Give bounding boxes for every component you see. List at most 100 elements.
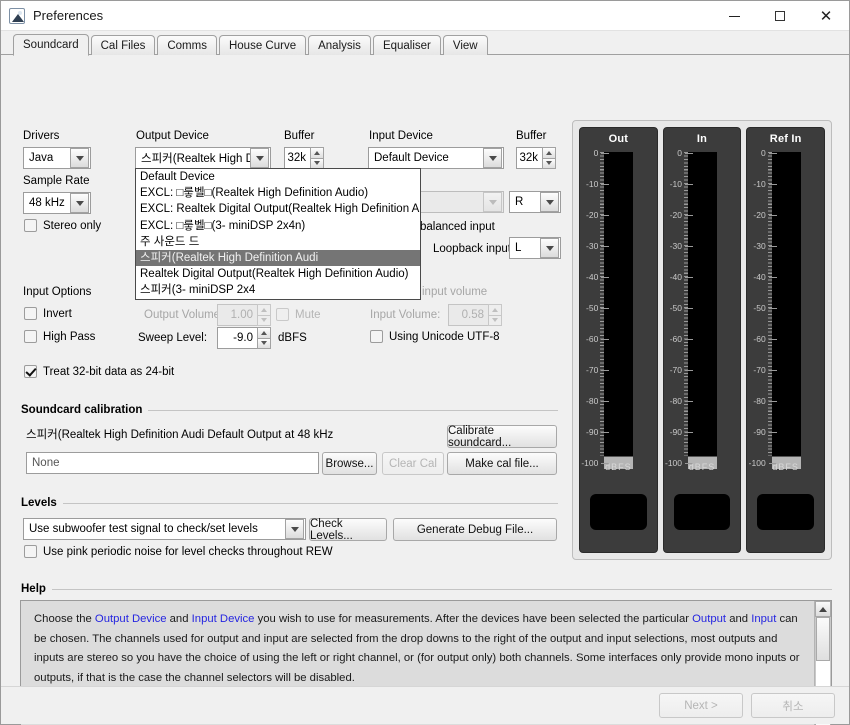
caret-down-icon: [492, 318, 498, 323]
tab-equaliser[interactable]: Equaliser: [372, 35, 441, 55]
dropdown-item-selected[interactable]: 스피커(Realtek High Definition Audi: [136, 249, 420, 267]
spinner-up-button[interactable]: [542, 147, 556, 158]
tab-view[interactable]: View: [442, 35, 488, 55]
caret-up-icon: [819, 606, 827, 612]
dropdown-item[interactable]: EXCL: Realtek Digital Output(Realtek Hig…: [136, 201, 420, 217]
meter-tick: -80: [736, 396, 777, 406]
input-channel-combo[interactable]: R: [509, 191, 561, 213]
sweep-level-value[interactable]: -9.0: [217, 327, 257, 349]
help-text-fragment: and: [726, 613, 752, 625]
stereo-only-checkbox[interactable]: Stereo only: [24, 219, 101, 232]
output-volume-value: 1.00: [217, 304, 257, 326]
chevron-down-icon[interactable]: [540, 192, 559, 212]
minimize-icon: [728, 15, 740, 17]
dropdown-item[interactable]: 주 사운드 드: [136, 234, 420, 250]
chevron-down-icon[interactable]: [250, 148, 269, 168]
spinner-up-button[interactable]: [310, 147, 324, 158]
help-text-fragment: and: [166, 613, 192, 625]
output-device-combo[interactable]: 스피커(Realtek High D...: [135, 147, 271, 169]
stereo-only-label: Stereo only: [43, 219, 102, 232]
test-signal-combo[interactable]: Use subwoofer test signal to check/set l…: [23, 518, 306, 540]
check-levels-button[interactable]: Check Levels...: [309, 518, 387, 542]
calibrate-soundcard-button[interactable]: Calibrate soundcard...: [447, 425, 557, 449]
dropdown-item[interactable]: Default Device: [136, 169, 420, 185]
tab-comms[interactable]: Comms: [157, 35, 217, 55]
app-icon: [9, 7, 25, 24]
meter-tick: -70: [736, 365, 777, 375]
dropdown-item[interactable]: EXCL: □뤃벨□(Realtek High Definition Audio…: [136, 185, 420, 201]
meter-title: Ref In: [769, 133, 802, 145]
output-buffer-value[interactable]: 32k: [284, 147, 310, 169]
loopback-input-value: L: [515, 242, 522, 254]
spinner-buttons[interactable]: [310, 147, 324, 169]
output-device-dropdown-list[interactable]: Default Device EXCL: □뤃벨□(Realtek High D…: [135, 168, 421, 300]
control-input-volume-label: input volume: [422, 286, 488, 298]
tab-cal-files[interactable]: Cal Files: [90, 35, 156, 55]
tab-house-curve[interactable]: House Curve: [218, 35, 307, 55]
input-buffer-value[interactable]: 32k: [516, 147, 542, 169]
input-device-value: Default Device: [374, 152, 449, 164]
browse-button[interactable]: Browse...: [322, 452, 377, 475]
chevron-down-icon[interactable]: [483, 192, 502, 212]
tab-label: Soundcard: [23, 39, 79, 51]
window-title: Preferences: [33, 8, 104, 23]
spinner-buttons: [488, 304, 502, 326]
cal-file-field[interactable]: None: [26, 452, 319, 474]
caret-up-icon: [314, 150, 320, 155]
spinner-up-button[interactable]: [257, 327, 271, 338]
help-link-input[interactable]: Input: [751, 613, 776, 625]
spinner-down-button[interactable]: [542, 157, 556, 169]
drivers-combo[interactable]: Java: [23, 147, 91, 169]
tab-label: Comms: [167, 39, 207, 52]
dropdown-item[interactable]: 스피커(3- miniDSP 2x4: [136, 282, 420, 298]
chevron-down-icon[interactable]: [285, 519, 304, 539]
maximize-button[interactable]: [757, 1, 803, 31]
tab-bar: Soundcard Cal Files Comms House Curve An…: [1, 31, 849, 56]
help-link-output-device[interactable]: Output Device: [95, 613, 167, 625]
treat-32bit-checkbox[interactable]: Treat 32-bit data as 24-bit: [24, 365, 174, 378]
minimize-button[interactable]: [711, 1, 757, 31]
meter-tick: -10: [652, 179, 694, 189]
chevron-down-icon[interactable]: [70, 148, 89, 168]
dropdown-item[interactable]: EXCL: □뤃벨□(3- miniDSP 2x4n): [136, 218, 420, 234]
pink-noise-checkbox[interactable]: Use pink periodic noise for level checks…: [24, 545, 333, 558]
generate-debug-file-button[interactable]: Generate Debug File...: [393, 518, 557, 541]
scrollbar-thumb[interactable]: [816, 617, 830, 661]
tab-analysis[interactable]: Analysis: [308, 35, 371, 55]
spinner-down-button[interactable]: [257, 337, 271, 349]
output-buffer-spinner[interactable]: 32k: [284, 147, 324, 169]
group-title: Soundcard calibration: [21, 404, 143, 416]
make-cal-file-button[interactable]: Make cal file...: [447, 452, 557, 475]
meter-tick: -10: [568, 179, 610, 189]
input-buffer-spinner[interactable]: 32k: [516, 147, 556, 169]
meter-tick: 0: [652, 148, 694, 158]
spinner-buttons[interactable]: [257, 327, 271, 349]
help-link-output[interactable]: Output: [692, 613, 726, 625]
high-pass-checkbox[interactable]: High Pass: [24, 330, 95, 343]
meter-tick: -60: [568, 334, 610, 344]
chevron-down-icon[interactable]: [540, 238, 559, 258]
help-link-input-device[interactable]: Input Device: [192, 613, 255, 625]
spinner-buttons[interactable]: [542, 147, 556, 169]
scroll-up-button[interactable]: [815, 601, 831, 617]
spinner-up-button: [257, 304, 271, 315]
input-device-combo[interactable]: Default Device: [368, 147, 504, 169]
sweep-level-spinner[interactable]: -9.0: [217, 327, 271, 349]
chevron-down-icon[interactable]: [483, 148, 502, 168]
spinner-down-button: [257, 314, 271, 326]
divider: [51, 588, 832, 590]
meter-tick: 0: [736, 148, 777, 158]
output-device-label: Output Device: [136, 130, 209, 142]
close-button[interactable]: ✕: [803, 1, 849, 31]
sample-rate-combo[interactable]: 48 kHz: [23, 192, 91, 214]
meter-tick: -90: [736, 427, 777, 437]
unicode-utf8-checkbox[interactable]: Using Unicode UTF-8: [370, 330, 500, 343]
invert-checkbox[interactable]: Invert: [24, 307, 72, 320]
loopback-input-combo[interactable]: L: [509, 237, 561, 259]
dropdown-item[interactable]: Realtek Digital Output(Realtek High Defi…: [136, 266, 420, 282]
chevron-down-icon[interactable]: [70, 193, 89, 213]
tab-soundcard[interactable]: Soundcard: [13, 34, 89, 56]
caret-up-icon: [546, 150, 552, 155]
caret: [545, 199, 554, 205]
sweep-level-units: dBFS: [278, 332, 307, 344]
